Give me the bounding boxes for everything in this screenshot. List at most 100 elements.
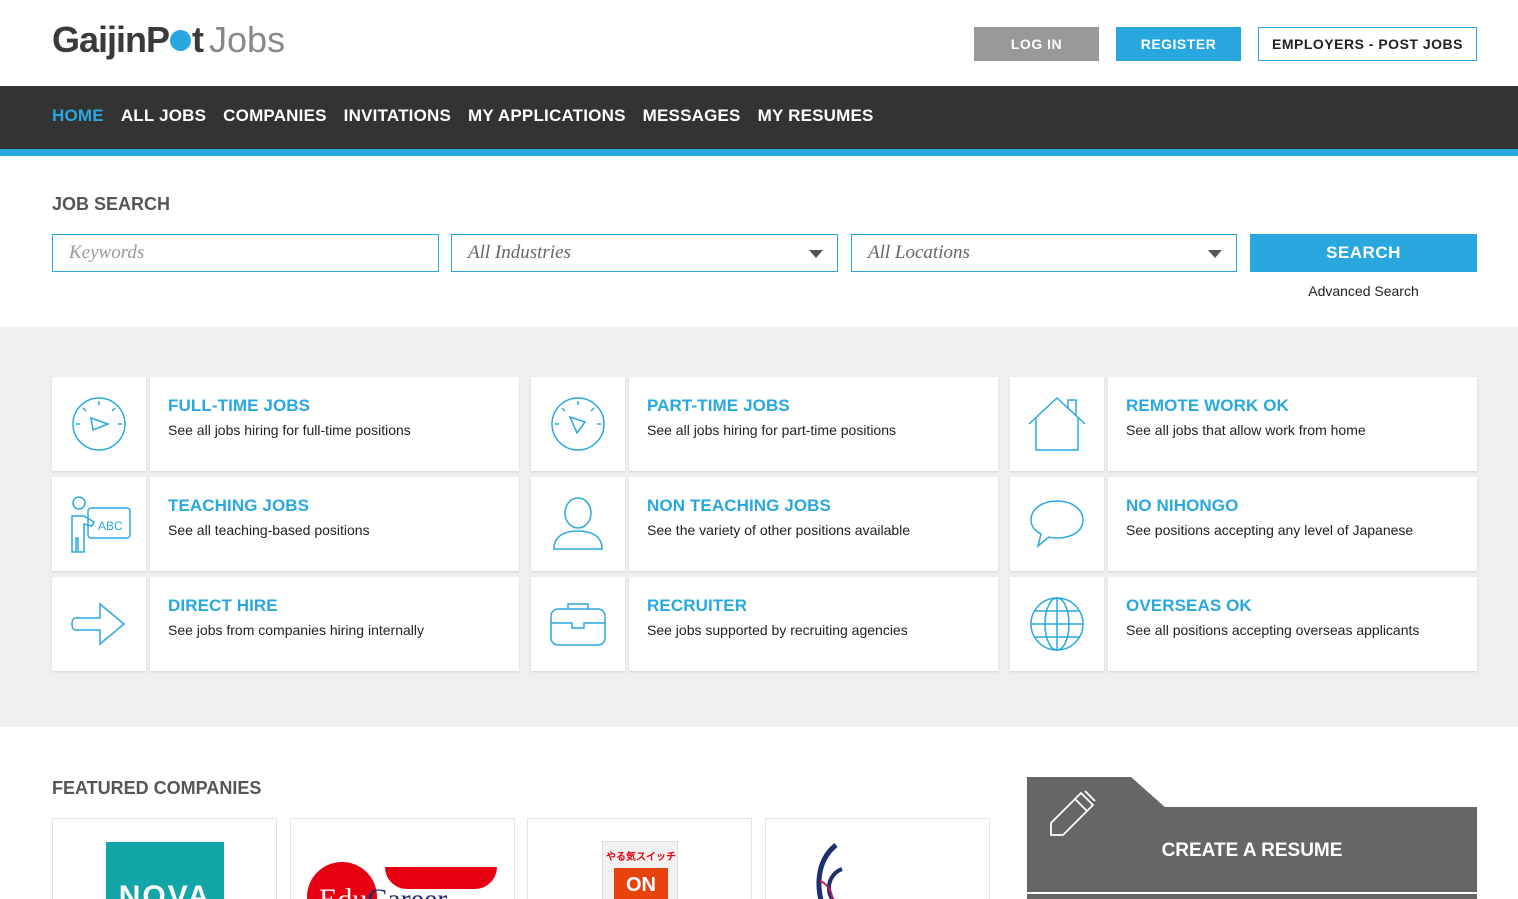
nav-item-invitations[interactable]: INVITATIONS — [344, 106, 451, 126]
category-icon-box: ABC — [52, 477, 146, 571]
person-icon — [553, 497, 603, 550]
category-teaching-jobs[interactable]: ABC TEACHING JOBS See all teaching-based… — [52, 477, 519, 571]
category-desc: See all teaching-based positions — [168, 522, 370, 538]
speech-bubble-icon — [1030, 500, 1084, 549]
nav-item-companies[interactable]: COMPANIES — [223, 106, 327, 126]
pen-icon — [1050, 790, 1096, 836]
category-icon-box — [531, 477, 625, 571]
category-desc: See all jobs that allow work from home — [1126, 422, 1366, 438]
nav-item-my-applications[interactable]: MY APPLICATIONS — [468, 106, 626, 126]
category-recruiter[interactable]: RECRUITER See jobs supported by recruiti… — [531, 577, 998, 671]
category-title: RECRUITER — [647, 596, 748, 615]
category-desc: See jobs from companies hiring internall… — [168, 622, 425, 638]
category-text-box: TEACHING JOBS See all teaching-based pos… — [150, 477, 519, 571]
featured-company-educareer[interactable]: EduCareer — [290, 818, 515, 899]
category-desc: See all positions accepting overseas app… — [1126, 622, 1420, 638]
nav-item-home[interactable]: HOME — [52, 106, 104, 126]
create-resume-label: CREATE A RESUME — [1161, 840, 1343, 861]
keywords-input[interactable]: Keywords — [52, 234, 439, 272]
featured-company-emblem[interactable] — [765, 818, 990, 899]
chevron-down-icon — [1208, 250, 1222, 258]
house-icon — [1028, 396, 1086, 451]
category-title: PART-TIME JOBS — [647, 396, 790, 415]
locations-select-value: All Locations — [868, 242, 970, 263]
featured-companies-title: FEATURED COMPANIES — [52, 778, 262, 798]
globe-icon — [1030, 597, 1084, 651]
category-overseas-ok[interactable]: OVERSEAS OK See all positions accepting … — [1010, 577, 1477, 671]
register-button[interactable]: REGISTER — [1116, 27, 1241, 61]
category-title: NO NIHONGO — [1126, 496, 1239, 515]
nav-item-all-jobs[interactable]: ALL JOBS — [121, 106, 206, 126]
category-desc: See the variety of other positions avail… — [647, 522, 911, 538]
yaruki-switch-logo-top: やる気スイッチ — [606, 852, 676, 863]
advanced-search-link[interactable]: Advanced Search — [1250, 283, 1477, 299]
category-text-box: PART-TIME JOBS See all jobs hiring for p… — [629, 377, 998, 471]
category-no-nihongo[interactable]: NO NIHONGO See positions accepting any l… — [1010, 477, 1477, 571]
teacher-board-icon: ABC — [71, 496, 131, 553]
category-text-box: DIRECT HIRE See jobs from companies hiri… — [150, 577, 519, 671]
educareer-logo-text-a: Edu — [319, 883, 367, 899]
category-non-teaching-jobs[interactable]: NON TEACHING JOBS See the variety of oth… — [531, 477, 998, 571]
category-title: OVERSEAS OK — [1126, 596, 1252, 615]
employers-post-jobs-button[interactable]: EMPLOYERS - POST JOBS — [1258, 27, 1477, 61]
category-title: TEACHING JOBS — [168, 496, 310, 515]
category-text-box: REMOTE WORK OK See all jobs that allow w… — [1108, 377, 1477, 471]
featured-company-nova[interactable]: NOVA — [52, 818, 277, 899]
svg-text:ABC: ABC — [98, 519, 123, 533]
category-part-time-jobs[interactable]: PART-TIME JOBS See all jobs hiring for p… — [531, 377, 998, 471]
nova-logo: NOVA — [106, 842, 224, 899]
category-icon-box — [531, 577, 625, 671]
category-icon-box — [52, 577, 146, 671]
category-icon-box — [52, 377, 146, 471]
logo-brand-a: GaijinP — [52, 19, 170, 60]
job-search-title: JOB SEARCH — [52, 194, 171, 214]
featured-company-yaruki-switch[interactable]: やる気スイッチ ON — [527, 818, 752, 899]
search-button[interactable]: SEARCH — [1250, 234, 1477, 272]
category-text-box: OVERSEAS OK See all positions accepting … — [1108, 577, 1477, 671]
category-title: FULL-TIME JOBS — [168, 396, 311, 415]
arrow-right-icon — [71, 602, 126, 646]
site-header: GaijinP t Jobs LOG IN REGISTER EMPLOYERS -… — [0, 0, 1518, 86]
resume-strip — [1027, 894, 1477, 899]
main-nav: HOME ALL JOBS COMPANIES INVITATIONS MY A… — [0, 86, 1518, 156]
industries-select[interactable]: All Industries — [451, 234, 838, 272]
nav-items: HOME ALL JOBS COMPANIES INVITATIONS MY A… — [52, 106, 874, 126]
create-resume-button[interactable]: CREATE A RESUME — [1027, 777, 1477, 892]
category-icon-box — [1010, 477, 1104, 571]
category-remote-work-ok[interactable]: REMOTE WORK OK See all jobs that allow w… — [1010, 377, 1477, 471]
category-title: DIRECT HIRE — [168, 596, 278, 615]
logo-jobs: Jobs — [209, 19, 286, 60]
category-full-time-jobs[interactable]: FULL-TIME JOBS See all jobs hiring for f… — [52, 377, 519, 471]
category-text-box: NO NIHONGO See positions accepting any l… — [1108, 477, 1477, 571]
gaijinpot-jobs-logo[interactable]: GaijinP t Jobs — [52, 20, 285, 60]
clock-part-icon — [551, 397, 605, 451]
nav-item-my-resumes[interactable]: MY RESUMES — [758, 106, 874, 126]
logo-dot-icon — [170, 30, 192, 51]
category-icon-box — [1010, 577, 1104, 671]
locations-select[interactable]: All Locations — [851, 234, 1237, 272]
category-desc: See positions accepting any level of Jap… — [1126, 522, 1414, 538]
category-text-box: NON TEACHING JOBS See the variety of oth… — [629, 477, 998, 571]
category-title: REMOTE WORK OK — [1126, 396, 1289, 415]
yaruki-switch-logo: やる気スイッチ ON — [602, 841, 678, 899]
category-icon-box — [1010, 377, 1104, 471]
company-emblem-logo — [816, 843, 843, 899]
chevron-down-icon — [809, 250, 823, 258]
category-desc: See all jobs hiring for part-time positi… — [647, 422, 897, 438]
category-desc: See all jobs hiring for full-time positi… — [168, 422, 411, 438]
logo-brand-b: t — [192, 19, 204, 60]
clock-full-icon — [72, 397, 126, 451]
nav-item-messages[interactable]: MESSAGES — [643, 106, 741, 126]
category-icon-box — [531, 377, 625, 471]
educareer-logo-text-b: Career — [367, 883, 447, 899]
category-title: NON TEACHING JOBS — [647, 496, 831, 515]
category-text-box: RECRUITER See jobs supported by recruiti… — [629, 577, 998, 671]
category-direct-hire[interactable]: DIRECT HIRE See jobs from companies hiri… — [52, 577, 519, 671]
yaruki-switch-logo-on: ON — [614, 868, 668, 899]
category-desc: See jobs supported by recruiting agencie… — [647, 622, 908, 638]
category-text-box: FULL-TIME JOBS See all jobs hiring for f… — [150, 377, 519, 471]
briefcase-icon — [550, 603, 606, 646]
industries-select-value: All Industries — [468, 242, 571, 263]
educareer-logo: EduCareer — [319, 883, 447, 899]
login-button[interactable]: LOG IN — [974, 27, 1099, 61]
